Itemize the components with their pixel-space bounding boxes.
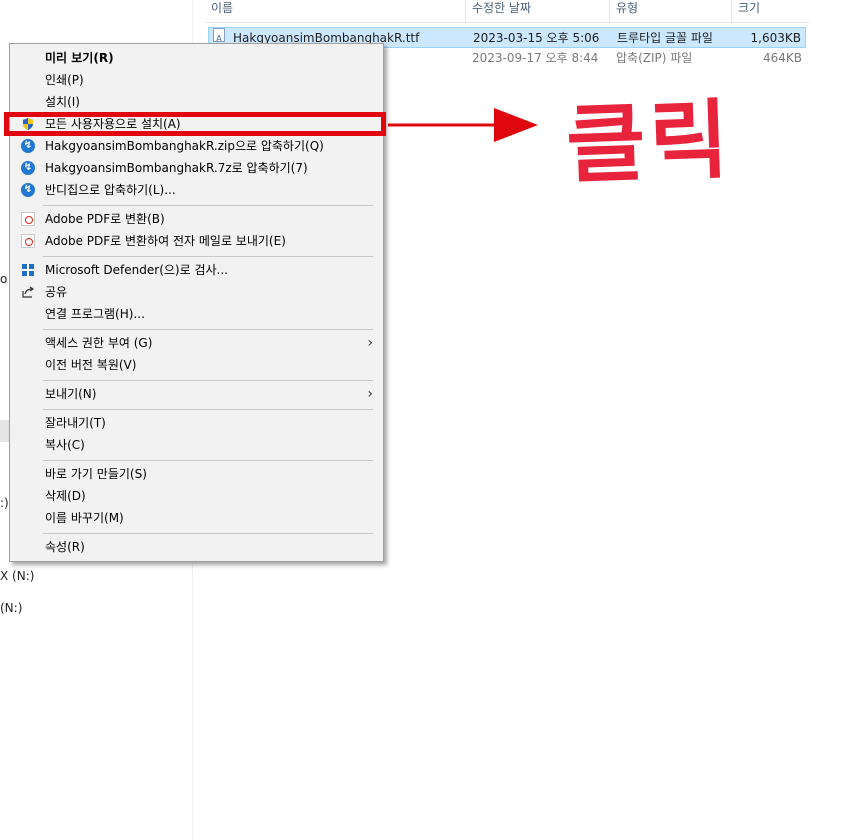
menu-item-label: 삭제(D) [45,489,86,503]
menu-separator [43,409,373,410]
file-type: 압축(ZIP) 파일 [616,51,693,65]
menu-item-share[interactable]: 공유 [12,281,381,303]
menu-item-label: Adobe PDF로 변환(B) [45,212,165,226]
menu-item-create-shortcut[interactable]: 바로 가기 만들기(S) [12,463,381,485]
menu-separator [43,533,373,534]
menu-item-open-with[interactable]: 연결 프로그램(H)... [12,303,381,325]
menu-separator [43,380,373,381]
menu-item-label: Adobe PDF로 변환하여 전자 메일로 보내기(E) [45,234,286,248]
menu-item-restore-previous[interactable]: 이전 버전 복원(V) [12,354,381,376]
column-header-size[interactable]: 크기 [731,0,809,22]
file-size: 464KB [762,51,802,65]
menu-item-label: 설치(I) [45,95,80,109]
menu-item-copy[interactable]: 복사(C) [12,434,381,456]
menu-item-label: 미리 보기(R) [45,51,114,65]
menu-item-compress-zip[interactable]: ↯ HakgyoansimBombanghakR.zip으로 압축하기(Q) [12,135,381,157]
pdf-mail-icon [21,234,35,248]
arrow-right-icon [388,108,538,142]
click-annotation: 클릭 [564,90,735,196]
menu-item-label: Microsoft Defender(으)로 검사... [45,263,228,277]
menu-separator [43,256,373,257]
nav-fragment[interactable]: o [0,272,7,286]
column-header-name[interactable]: 이름 [205,0,465,22]
column-header-type[interactable]: 유형 [609,0,731,22]
menu-item-send-to[interactable]: 보내기(N) › [12,383,381,405]
menu-item-adobe-pdf[interactable]: Adobe PDF로 변환(B) [12,208,381,230]
highlight-box [4,112,386,136]
menu-separator [43,460,373,461]
menu-item-label: 공유 [45,285,68,299]
nav-fragment[interactable]: :) [0,496,9,510]
menu-item-label: 인쇄(P) [45,73,84,87]
bandizip-icon: ↯ [21,183,35,197]
menu-item-preview[interactable]: 미리 보기(R) [12,47,381,69]
menu-item-label: 반디집으로 압축하기(L)... [45,183,176,197]
share-icon [21,285,35,299]
menu-item-give-access[interactable]: 액세스 권한 부여 (G) › [12,332,381,354]
menu-item-label: HakgyoansimBombanghakR.zip으로 압축하기(Q) [45,139,324,153]
menu-item-label: 복사(C) [45,438,85,452]
nav-drive-n[interactable]: X (N:) [0,569,34,583]
file-size: 1,603KB [750,31,801,45]
file-date: 2023-03-15 오후 5:06 [473,31,600,45]
menu-item-print[interactable]: 인쇄(P) [12,69,381,91]
menu-item-label: 이름 바꾸기(M) [45,511,124,525]
menu-item-label: 연결 프로그램(H)... [45,307,145,321]
menu-item-label: 보내기(N) [45,387,97,401]
menu-item-defender-scan[interactable]: Microsoft Defender(으)로 검사... [12,259,381,281]
menu-item-adobe-pdf-mail[interactable]: Adobe PDF로 변환하여 전자 메일로 보내기(E) [12,230,381,252]
menu-item-delete[interactable]: 삭제(D) [12,485,381,507]
file-type: 트루타입 글꼴 파일 [617,31,713,45]
nav-drive-n[interactable]: (N:) [0,601,22,615]
menu-item-rename[interactable]: 이름 바꾸기(M) [12,507,381,529]
menu-item-compress-7z[interactable]: ↯ HakgyoansimBombanghakR.7z로 압축하기(7) [12,157,381,179]
menu-item-label: HakgyoansimBombanghakR.7z로 압축하기(7) [45,161,308,175]
menu-item-label: 이전 버전 복원(V) [45,358,137,372]
chevron-right-icon: › [367,386,373,402]
menu-item-label: 바로 가기 만들기(S) [45,467,147,481]
font-file-icon: A [213,28,225,43]
defender-icon [21,263,35,277]
menu-item-install[interactable]: 설치(I) [12,91,381,113]
pdf-icon [21,212,35,226]
chevron-right-icon: › [367,335,373,351]
bandizip-icon: ↯ [21,139,35,153]
menu-item-cut[interactable]: 잘라내기(T) [12,412,381,434]
menu-separator [43,205,373,206]
menu-separator [43,329,373,330]
menu-item-label: 속성(R) [45,540,85,554]
menu-item-compress-bandizip[interactable]: ↯ 반디집으로 압축하기(L)... [12,179,381,201]
file-date: 2023-09-17 오후 8:44 [472,51,599,65]
menu-item-label: 액세스 권한 부여 (G) [45,336,153,350]
column-header-date[interactable]: 수정한 날짜 [465,0,609,22]
bandizip-icon: ↯ [21,161,35,175]
menu-item-label: 잘라내기(T) [45,416,106,430]
file-list-header: 이름 수정한 날짜 유형 크기 [205,0,809,23]
menu-item-properties[interactable]: 속성(R) [12,536,381,558]
